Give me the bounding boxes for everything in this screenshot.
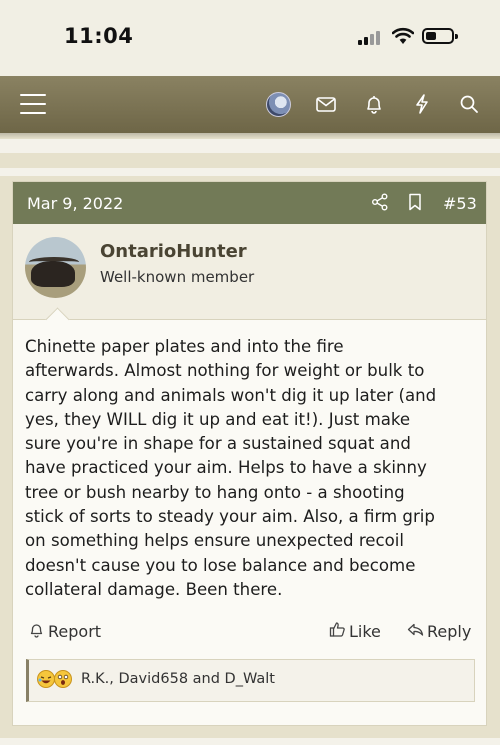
status-bar: 11:04 <box>0 0 500 76</box>
thumbs-up-icon <box>329 621 346 642</box>
post-date[interactable]: Mar 9, 2022 <box>27 194 123 213</box>
surprised-emoji-icon <box>54 670 72 688</box>
post-body-line: on something helps ensure unexpected rec… <box>25 531 405 551</box>
post-body: Chinette paper plates and into the fire … <box>25 335 475 602</box>
share-icon[interactable] <box>371 193 389 211</box>
post-body-line: collateral damage. Been there. <box>25 579 283 599</box>
bell-icon <box>28 621 45 642</box>
cellular-signal-icon <box>358 31 384 45</box>
user-avatar-button[interactable] <box>266 92 291 117</box>
report-button[interactable]: Report <box>28 621 101 642</box>
reply-label: Reply <box>427 622 472 641</box>
post-body-line: yes, they WILL dig it up and eat it!). J… <box>25 409 411 429</box>
author-title: Well-known member <box>100 268 255 286</box>
battery-icon <box>422 28 458 44</box>
post-body-line: stick of sorts to steady your aim. Also,… <box>25 507 435 527</box>
wifi-icon <box>391 27 415 45</box>
bell-icon[interactable] <box>363 93 385 115</box>
reply-button[interactable]: Reply <box>407 621 471 642</box>
post-header: Mar 9, 2022 #53 <box>13 182 486 224</box>
status-time: 11:04 <box>64 24 134 48</box>
post-body-line: sure you're in shape for a sustained squ… <box>25 434 411 454</box>
post-number[interactable]: #53 <box>443 194 477 213</box>
bolt-icon[interactable] <box>411 93 433 115</box>
reactions-bar[interactable]: R.K., David658 and D_Walt <box>26 659 475 702</box>
post-body-line: carry along and animals won't dig it up … <box>25 385 437 405</box>
like-label: Like <box>349 622 381 641</box>
previous-post-edge <box>0 139 500 153</box>
author-name[interactable]: OntarioHunter <box>100 241 247 262</box>
post-body-line: tree or bush nearby to hang onto - a sho… <box>25 482 405 502</box>
post-body-line: doesn't cause you to lose balance and be… <box>25 555 416 575</box>
post-message: Mar 9, 2022 #53 OntarioHunter Well-known… <box>12 181 487 726</box>
mail-icon[interactable] <box>315 93 337 115</box>
reaction-names[interactable]: R.K., David658 and D_Walt <box>81 671 275 687</box>
next-post-edge <box>0 738 500 745</box>
search-icon[interactable] <box>458 93 480 115</box>
post-body-line: afterwards. Almost nothing for weight or… <box>25 361 425 381</box>
laughing-emoji-icon <box>37 670 55 688</box>
menu-icon[interactable] <box>20 94 46 114</box>
post-body-line: have practiced your aim. Helps to have a… <box>25 458 427 478</box>
bookmark-icon[interactable] <box>407 193 423 211</box>
divider <box>0 168 500 176</box>
author-avatar[interactable] <box>25 237 86 298</box>
user-block: OntarioHunter Well-known member <box>13 224 486 320</box>
report-label: Report <box>48 622 102 641</box>
like-button[interactable]: Like <box>329 621 381 642</box>
reply-icon <box>407 621 424 642</box>
post-body-line: Chinette paper plates and into the fire <box>25 337 344 356</box>
